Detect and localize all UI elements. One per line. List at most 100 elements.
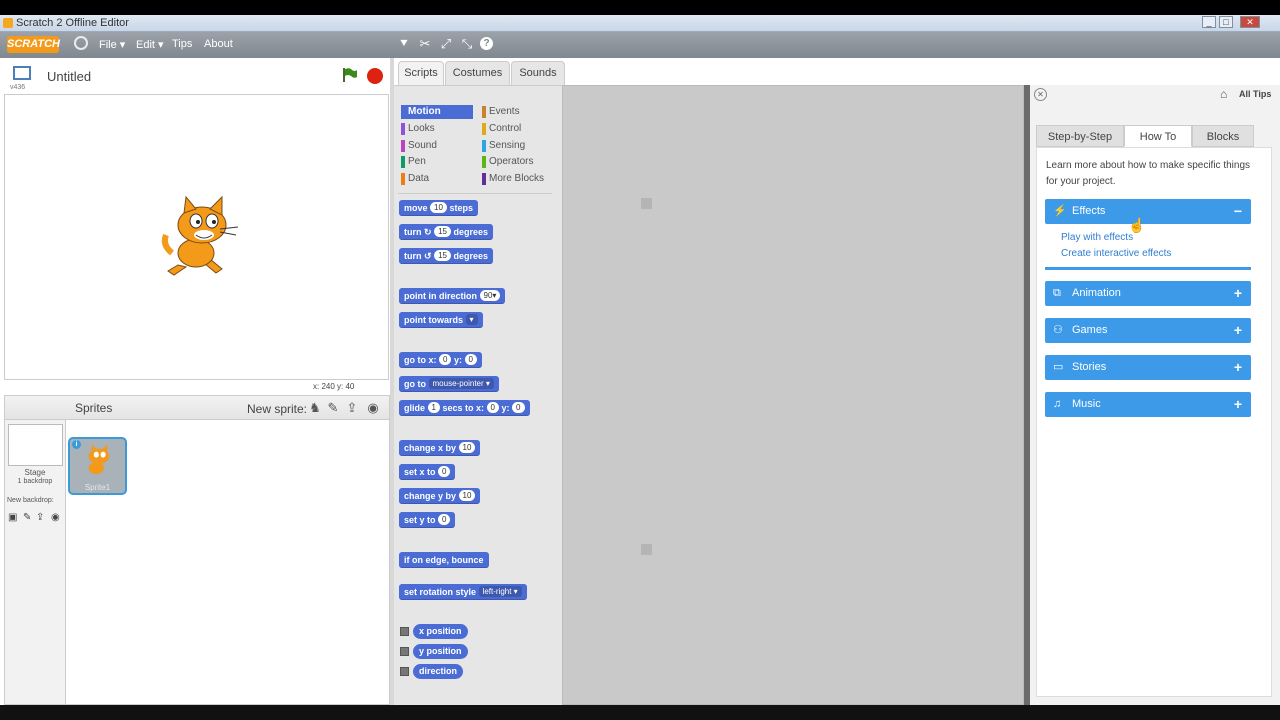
stage-label: Stage: [24, 468, 46, 477]
category-operators-label: Operators: [489, 156, 534, 167]
new-backdrop-label: New backdrop:: [7, 497, 54, 504]
category-pen[interactable]: Pen: [401, 155, 473, 169]
tab-step-by-step[interactable]: Step-by-Step: [1036, 125, 1124, 147]
category-data[interactable]: Data: [401, 172, 473, 186]
grow-icon[interactable]: ⤢: [438, 36, 454, 52]
reporter-direction[interactable]: direction: [413, 664, 464, 679]
play-with-effects-link[interactable]: Play with effects: [1061, 232, 1133, 243]
scratch-logo[interactable]: SCRATCH: [7, 36, 60, 53]
create-interactive-effects-link[interactable]: Create interactive effects: [1061, 248, 1171, 259]
edit-menu[interactable]: Edit ▾: [136, 38, 164, 51]
category-motion[interactable]: Motion: [401, 105, 473, 119]
paint-backdrop-icon[interactable]: ✎: [23, 512, 31, 523]
games-icon: ⚇: [1053, 324, 1063, 336]
about-menu[interactable]: About: [204, 38, 233, 50]
backdrop-library-icon[interactable]: ▣: [8, 512, 17, 523]
collapse-icon: −: [1233, 203, 1242, 219]
app-icon: [3, 18, 13, 28]
book-icon: ▭: [1053, 361, 1064, 373]
stop-icon[interactable]: [367, 68, 383, 84]
block-rotation-style[interactable]: set rotation style left-right ▾: [399, 584, 527, 600]
sprite-library-icon[interactable]: ♞: [307, 400, 323, 416]
title-bar: Scratch 2 Offline Editor _ □ ✕: [0, 15, 1280, 32]
block-go-to-xy[interactable]: go to x: 0 y: 0: [399, 352, 482, 368]
reporter-x-position[interactable]: x position: [413, 624, 468, 639]
category-sound-label: Sound: [408, 140, 437, 151]
block-point-towards[interactable]: point towards ▾: [399, 312, 483, 328]
camera-sprite-icon[interactable]: ◉: [365, 400, 381, 416]
block-turn-left[interactable]: turn ↺ 15 degrees: [399, 248, 494, 264]
upload-sprite-icon[interactable]: ⇪: [344, 400, 360, 416]
delete-icon[interactable]: ✂: [417, 36, 433, 52]
turn-right-icon: ↻: [424, 227, 432, 237]
category-control[interactable]: Control: [482, 122, 557, 136]
accordion-stories[interactable]: ▭ Stories +: [1045, 355, 1251, 380]
stage-thumbnail[interactable]: [8, 424, 63, 466]
accordion-effects[interactable]: ⚡ Effects −: [1045, 199, 1251, 224]
block-go-to[interactable]: go to mouse-pointer ▾: [399, 376, 499, 392]
block-change-y[interactable]: change y by 10: [399, 488, 481, 504]
category-looks[interactable]: Looks: [401, 122, 473, 136]
block-change-x[interactable]: change x by 10: [399, 440, 481, 456]
category-more-blocks[interactable]: More Blocks: [482, 172, 557, 186]
close-tips-icon[interactable]: ✕: [1034, 88, 1047, 101]
sprite-thumbnail[interactable]: i Sprite1: [68, 437, 127, 495]
info-icon[interactable]: i: [72, 440, 81, 449]
accordion-games[interactable]: ⚇ Games +: [1045, 318, 1251, 343]
direction-checkbox[interactable]: [400, 667, 409, 676]
tab-costumes[interactable]: Costumes: [445, 61, 510, 85]
maximize-button[interactable]: □: [1219, 16, 1233, 28]
presentation-mode-icon[interactable]: [13, 66, 31, 80]
accordion-animation[interactable]: ⧉ Animation +: [1045, 281, 1251, 306]
project-title[interactable]: Untitled: [47, 69, 91, 84]
wand-icon: ⚡: [1053, 205, 1067, 217]
block-set-x[interactable]: set x to 0: [399, 464, 456, 480]
cat-sprite[interactable]: [160, 195, 240, 277]
category-events[interactable]: Events: [482, 105, 557, 119]
category-sensing[interactable]: Sensing: [482, 139, 557, 153]
tab-scripts[interactable]: Scripts: [398, 61, 444, 86]
reporter-y-position[interactable]: y position: [413, 644, 468, 659]
effects-panel: Play with effects Create interactive eff…: [1045, 224, 1251, 270]
home-icon[interactable]: ⌂: [1220, 87, 1227, 101]
x-position-checkbox[interactable]: [400, 627, 409, 636]
upload-backdrop-icon[interactable]: ⇪: [36, 512, 44, 523]
expand-icon: +: [1233, 396, 1242, 412]
tips-menu[interactable]: Tips: [172, 38, 192, 50]
tab-blocks[interactable]: Blocks: [1192, 125, 1254, 147]
file-menu[interactable]: File ▾: [99, 38, 125, 51]
block-move-steps[interactable]: move 10 steps: [399, 200, 478, 216]
turn-left-icon: ↺: [424, 251, 432, 261]
paint-sprite-icon[interactable]: ✎: [325, 400, 341, 416]
music-icon: ♫: [1053, 398, 1062, 410]
shrink-icon[interactable]: ⤡: [459, 36, 475, 52]
editor-tabs: Scripts Costumes Sounds: [394, 58, 1024, 86]
block-glide[interactable]: glide 1 secs to x: 0 y: 0: [399, 400, 530, 416]
expand-icon: +: [1233, 322, 1242, 338]
tab-sounds[interactable]: Sounds: [511, 61, 565, 85]
minimize-button[interactable]: _: [1202, 16, 1216, 28]
camera-backdrop-icon[interactable]: ◉: [51, 512, 60, 523]
animation-icon: ⧉: [1053, 287, 1061, 299]
green-flag-icon[interactable]: [342, 68, 358, 82]
block-set-y[interactable]: set y to 0: [399, 512, 456, 528]
help-icon[interactable]: ?: [480, 37, 493, 50]
grid-marker: [641, 198, 652, 209]
tab-how-to[interactable]: How To: [1124, 125, 1192, 147]
close-button[interactable]: ✕: [1240, 16, 1260, 28]
y-position-checkbox[interactable]: [400, 647, 409, 656]
app-window: Scratch 2 Offline Editor _ □ ✕ SCRATCH F…: [0, 15, 1280, 705]
accordion-music[interactable]: ♫ Music +: [1045, 392, 1251, 417]
block-turn-right[interactable]: turn ↻ 15 degrees: [399, 224, 494, 240]
block-bounce[interactable]: if on edge, bounce: [399, 552, 489, 568]
duplicate-icon[interactable]: ⯆: [396, 36, 412, 52]
script-area[interactable]: [562, 85, 1024, 705]
tips-panel: ✕ ⌂ All Tips Step-by-Step How To Blocks …: [1024, 85, 1280, 705]
category-operators[interactable]: Operators: [482, 155, 557, 169]
category-sound[interactable]: Sound: [401, 139, 473, 153]
stage-canvas[interactable]: [4, 94, 389, 380]
all-tips-link[interactable]: All Tips: [1239, 89, 1271, 99]
globe-icon[interactable]: [74, 36, 88, 50]
block-point-in-direction[interactable]: point in direction 90▾: [399, 288, 506, 304]
sprites-label: Sprites: [75, 401, 113, 415]
